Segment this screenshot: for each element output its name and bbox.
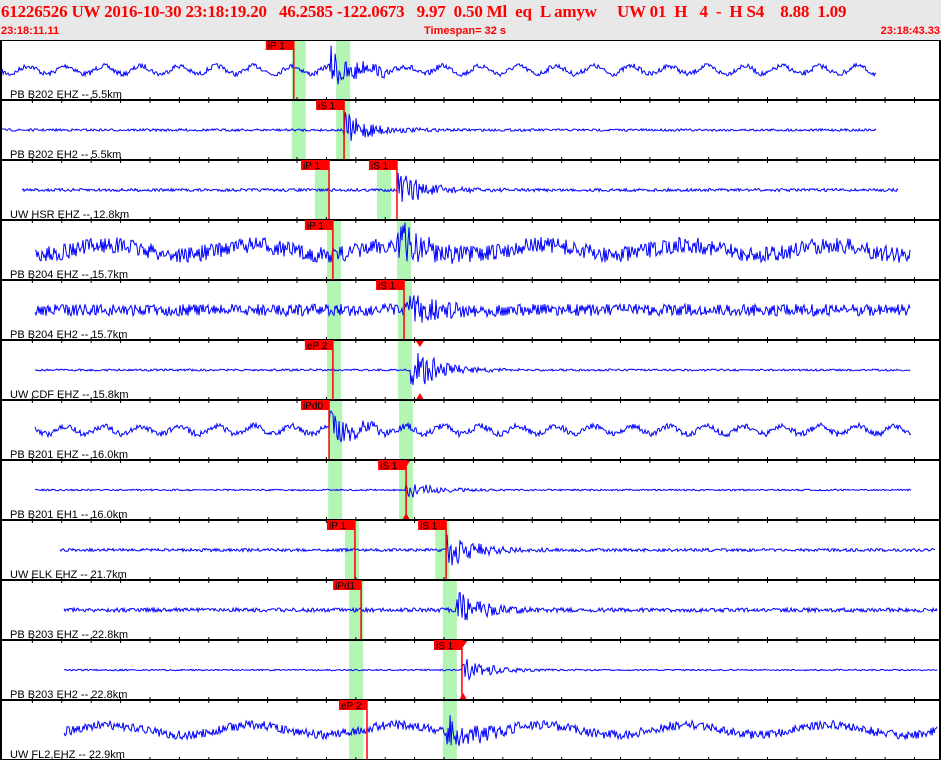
waveform-trace <box>2 112 877 141</box>
seismogram-viewer: 61226526 UW 2016-10-30 23:18:19.20 46.25… <box>0 0 941 760</box>
pick-label: iS 1 <box>371 161 389 172</box>
channel-panel[interactable]: iS 1PB B203 EH2 -- 22.8km <box>0 640 941 703</box>
pick-label: iP 1 <box>303 161 320 172</box>
channel-panel[interactable]: iP 1PB B204 EHZ -- 15.7km <box>0 220 941 283</box>
channel-panel[interactable]: iPd0PB B201 EHZ -- 16.0km <box>0 400 941 463</box>
pick-label: iS 1 <box>436 641 454 652</box>
amplitude-marker-icon <box>415 393 424 400</box>
channel-panel[interactable]: iS 1PB B202 EH2 -- 5.5km <box>0 100 941 163</box>
event-summary: 61226526 UW 2016-10-30 23:18:19.20 46.25… <box>1 2 847 21</box>
amplitude-marker-icon <box>459 693 468 700</box>
start-time: 23:18:11.11 <box>1 25 60 37</box>
channel-panel[interactable]: iP 1 iS 1UW ELK EHZ -- 21.7km <box>0 520 941 583</box>
pick-label: iP 1 <box>329 521 346 532</box>
pick-label: iPd0 <box>303 401 323 412</box>
waveform-trace <box>34 483 912 498</box>
predicted-phase-window <box>328 401 343 460</box>
channel-panel[interactable]: eP 2UW CDF EHZ -- 15.8km <box>0 340 941 403</box>
end-time: 23:18:43.33 <box>880 25 940 37</box>
pick-label: eP 2 <box>341 701 362 712</box>
pick-label: iP 1 <box>307 221 324 232</box>
channel-panel[interactable]: iS 1PB B204 EH2 -- 15.7km <box>0 280 941 343</box>
waveform-trace <box>34 222 911 264</box>
waveform-trace <box>21 172 899 202</box>
waveform-trace <box>34 295 911 323</box>
channel-panel[interactable]: iP 1 iS 1UW HSR EHZ -- 12.8km <box>0 160 941 223</box>
waveform-trace <box>63 715 938 746</box>
channel-panel[interactable]: iS 1PB B201 EH1 -- 16.0km <box>0 460 941 523</box>
channel-panel[interactable]: iP 1PB B202 EHZ -- 5.5km <box>0 40 941 103</box>
waveform-trace <box>63 591 938 621</box>
waveform-trace <box>34 353 911 386</box>
channel-panel[interactable]: eP 2 UW FL2,EHZ -- 22.9km <box>0 700 941 760</box>
pick-label: iS 1 <box>318 101 336 112</box>
waveform-trace <box>34 410 912 443</box>
waveform-trace <box>63 659 938 681</box>
amplitude-marker-icon <box>415 341 424 347</box>
pick-label: iP 1 <box>268 41 285 52</box>
waveform-panels[interactable]: iP 1 PB B202 EHZ -- 5.5km iS 1 PB B202 EH2 … <box>0 40 941 760</box>
timespan: Timespan= 32 s <box>424 25 507 37</box>
pick-label: eP 2 <box>307 341 328 352</box>
pick-label: iS 1 <box>420 521 438 532</box>
pick-label: iS 1 <box>378 281 396 292</box>
waveform-trace <box>59 534 936 566</box>
channel-panel[interactable]: iPd1PB B203 EHZ -- 22.8km <box>0 580 941 643</box>
waveform-trace <box>1 45 877 85</box>
channel-label: UW FL2,EHZ -- 22.9km <box>10 749 125 760</box>
pick-label: iPd1 <box>335 581 355 592</box>
pick-label: iS 1 <box>380 461 398 472</box>
event-header: 61226526 UW 2016-10-30 23:18:19.20 46.25… <box>0 0 941 40</box>
